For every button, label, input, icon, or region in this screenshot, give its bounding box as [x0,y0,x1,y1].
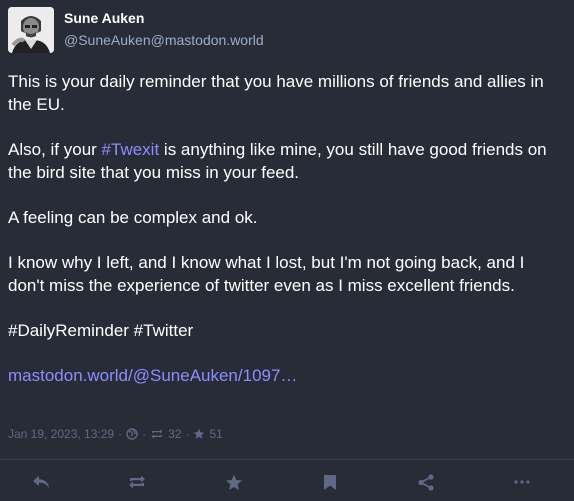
paragraph-1: This is your daily reminder that you hav… [8,72,544,114]
display-name[interactable]: Sune Auken [64,10,144,26]
avatar[interactable] [8,7,54,53]
timestamp[interactable]: Jan 19, 2023, 13:29 [8,427,114,441]
status-link[interactable]: mastodon.world/@SuneAuken/1097… [8,366,297,385]
favourite-icon [225,474,243,491]
share-button[interactable] [416,472,436,492]
share-icon [417,473,435,491]
action-bar [0,460,574,501]
globe-icon [126,428,138,440]
paragraph-4: I know why I left, and I know what I los… [8,253,525,295]
account-handle[interactable]: @SuneAuken@mastodon.world [64,32,264,48]
reply-icon [32,474,50,490]
hashtag-dailyreminder[interactable]: #DailyReminder [8,321,129,340]
boost-count-icon [150,428,164,440]
status-content: This is your daily reminder that you hav… [8,70,564,409]
more-icon [514,480,530,484]
bookmark-button[interactable] [320,472,340,492]
boost-count: 32 [168,427,182,441]
boost-button[interactable] [127,472,147,492]
hashtag-twitter[interactable]: #Twitter [134,321,194,340]
boost-icon [127,474,147,490]
status-card: Sune Auken @SuneAuken@mastodon.world Thi… [0,0,574,501]
link-paragraph: mastodon.world/@SuneAuken/1097… [8,364,564,387]
paragraph-2-text-start: Also, if your [8,140,102,159]
hashtag-twexit[interactable]: #Twexit [102,140,160,159]
hashtags-paragraph: #DailyReminder #Twitter [8,319,564,342]
status-meta: Jan 19, 2023, 13:29 · · 32 · 51 [8,427,223,441]
favourite-count-icon [193,428,205,440]
favourite-button[interactable] [224,472,244,492]
meta-separator: · [142,427,147,441]
more-options-button[interactable] [512,472,532,492]
bookmark-icon [323,474,337,491]
paragraph-2: Also, if your #Twexit is anything like m… [8,138,564,184]
reply-button[interactable] [31,472,51,492]
meta-separator: · [185,427,190,441]
meta-separator: · [118,427,123,441]
favourite-count: 51 [209,427,223,441]
paragraph-3: A feeling can be complex and ok. [8,208,258,227]
